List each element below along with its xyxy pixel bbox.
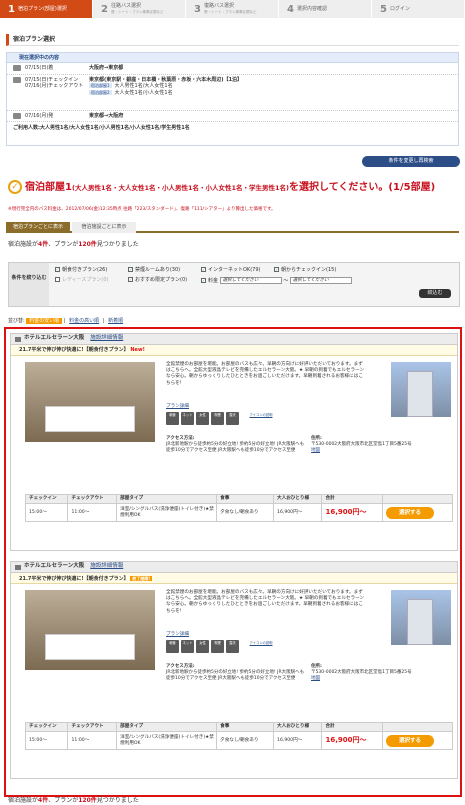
bath-icon: 露天 [226,412,239,425]
reserve-button[interactable]: 選択する [386,734,435,747]
breakfast-icon: 朝食 [166,640,179,653]
step-3: 3 復路バス選択 便・シート・プラン乗車区間など [186,0,279,18]
bath-icon: 露天 [226,640,239,653]
filter-recommended[interactable]: ✓ おすすめ限定プラン(0) [128,276,201,285]
address-info: 住所: 〒530-0002大阪府大阪市北区堂島1丁目5番25号 地図 [311,436,412,454]
filter-ladies[interactable]: レディースプラン(0) [55,276,128,285]
plan-description: 全館禁煙のお部屋を堪能。お部屋のバスも広々。早朝の方向けに好評いただいております… [166,590,365,614]
hotel-card: ホテルエルセラーン大阪 施設詳細情報 21.7平米で伸び伸び快適に!【朝食付きプラ… [10,561,458,779]
step-5: 5 ログイン [372,0,465,18]
progress-steps: 1 宿泊プラン(部屋)選択 2 往路バス選択 便・シート・プラン乗車区間など 3 復路バ… [0,0,465,18]
tab-by-plan[interactable]: 宿泊プランごとに表示 [6,222,70,233]
filter-nonsmoking[interactable]: ✓ 禁煙ルームあり(30) [128,267,201,274]
amenity-help-link[interactable]: アイコンの説明 [241,640,281,653]
hotel-detail-link[interactable]: 施設詳細情報 [90,563,123,570]
current-row-outbound: 07/15(日)着 大阪府→東京都 [7,63,458,75]
step-1: 1 宿泊プラン(部屋)選択 [0,0,93,18]
plan-table: チェックイン チェックアウト 部屋タイプ 食事 大人おひとり様 合計 15:00〜 11:0… [24,494,453,522]
current-row-hotel: 07/15(日)チェックイン 07/16(月)チェックアウト 東京都(東京駅・銀… [7,75,458,111]
filter-panel: 条件を絞り込む ✓ 朝食付きプラン(26) ✓ 禁煙ルームあり(30) ✓ インターネ… [8,262,460,307]
plan-description: 全館禁煙のお部屋を堪能。お部屋のバスも広々。早朝の方向けに好評いただいております… [166,362,365,386]
select-room-headline: ✓ 宿泊部屋1(大人男性1名・大人女性1名・小人男性1名・小人女性1名・学生男性… [8,177,460,197]
filter-early-checkin[interactable]: ✓ 朝からチェックイン(15) [274,267,347,274]
bus-icon [13,65,21,71]
access-info: アクセス方法: JR北新地駅から徒歩約5分の好立地! 歩約5分の好立地! JR大阪… [166,664,305,682]
sort-newest[interactable]: 新着順 [108,318,123,324]
plan-title: 21.7平米で伸び伸び快適に!【朝食付きプラン】 New! [11,345,457,356]
tab-by-hotel[interactable]: 宿泊施設ごとに表示 [72,222,136,233]
filter-label: 条件を絞り込む [9,263,49,306]
hotel-icon [15,564,21,570]
price-note: ※現行完全内のバス料金は、2012/07/06(金)12:35時点 往路「223… [8,207,276,212]
building-photo [391,362,451,417]
step-2: 2 往路バス選択 便・シート・プラン乗車区間など [93,0,186,18]
change-conditions-button[interactable]: 条件を変更し再検索 [362,156,460,167]
hotel-name: ホテルエルセラーン大阪 [24,335,85,342]
current-selection-head: 現在選択中の内容 [7,53,458,63]
smoking-icon: 喫煙 [211,412,224,425]
step-4: 4 選択内容確認 [279,0,372,18]
internet-icon: ネット [181,640,194,653]
filter-breakfast[interactable]: ✓ 朝食付きプラン(26) [55,267,128,274]
hotel-card: ホテルエルセラーン大阪 施設詳細情報 21.7平米で伸び伸び快適に!【朝食付きプラ… [10,333,458,551]
sort-price-desc[interactable]: 料金の高い順 [69,318,99,324]
map-link[interactable]: 地図 [311,676,320,681]
breakfast-icon: 朝食 [166,412,179,425]
hotel-name: ホテルエルセラーン大阪 [24,563,85,570]
plan-detail-link[interactable]: プラン詳細 [166,404,189,409]
room-photo [25,362,155,442]
room-photo [25,590,155,670]
hotel-icon [13,76,21,83]
filter-submit-button[interactable]: 絞込む [419,289,451,298]
check-icon: ✓ [8,180,22,194]
plan-table: チェックイン チェックアウト 部屋タイプ 食事 大人おひとり様 合計 15:00〜 11:0… [24,722,453,750]
filter-internet[interactable]: ✓ インターネットOK(79) [201,267,274,274]
price-from-select[interactable]: 選択してください [219,276,282,284]
current-row-return: 07/16(月)発 東京都→大阪府 [7,111,458,122]
view-tabs: 宿泊プランごとに表示 宿泊施設ごとに表示 [6,222,459,233]
sort-bar: 並び替: 料金の安い順 | 料金の高い順 | 新着順 [8,318,124,324]
amenity-icons: 朝食 ネット 女性 喫煙 露天 アイコンの説明 [166,640,281,653]
amenity-icons: 朝食 ネット 女性 喫煙 露天 アイコンの説明 [166,412,281,425]
results-highlight: ホテルエルセラーン大阪 施設詳細情報 21.7平米で伸び伸び快適に!【朝食付きプラ… [4,327,462,797]
plan-detail-link[interactable]: プラン詳細 [166,632,189,637]
address-info: 住所: 〒530-0002大阪府大阪市北区堂島1丁目5番25号 地図 [311,664,412,682]
hotel-detail-link[interactable]: 施設詳細情報 [90,335,123,342]
result-count: 宿泊施設が4件、プランが120件見つかりました [8,241,139,248]
hotel-icon [15,336,21,342]
current-selection-box: 現在選択中の内容 07/15(日)着 大阪府→東京都 07/15(日)チェックイ… [6,52,459,146]
sort-price-asc[interactable]: 料金の安い順 [26,318,63,324]
amenity-help-link[interactable]: アイコンの説明 [241,412,281,425]
ladies-icon: 女性 [196,640,209,653]
reserve-button[interactable]: 選択する [386,506,435,519]
ladies-icon: 女性 [196,412,209,425]
building-photo [391,590,451,645]
section-title: 宿泊プラン選択 [6,34,459,46]
plan-title: 21.7平米で伸び伸び快適に!【朝食付きプラン】 終了間際! [11,573,457,584]
internet-icon: ネット [181,412,194,425]
bus-icon [13,112,21,119]
filter-price: ✓ 料金 選択してください 〜 選択してください [201,276,401,285]
price-to-select[interactable]: 選択してください [289,276,352,284]
guest-count: ご利用人数:大人男性1名/大人女性1名/小人男性1名/小人女性1名/学生男性1名 [13,125,190,131]
smoking-icon: 喫煙 [211,640,224,653]
map-link[interactable]: 地図 [311,448,320,453]
access-info: アクセス方法: JR北新地駅から徒歩約5分の好立地! 歩約5分の好立地! JR大阪… [166,436,305,454]
